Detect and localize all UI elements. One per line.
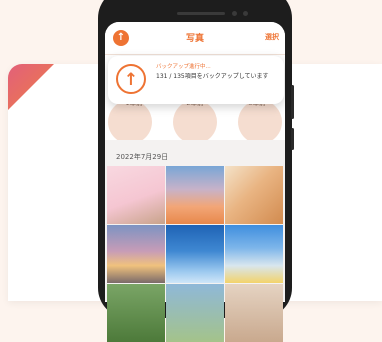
phone-side-button	[291, 85, 294, 119]
cloud-upload-icon: ↑	[116, 64, 146, 94]
photo-thumb[interactable]	[225, 284, 283, 342]
photo-thumb[interactable]	[107, 284, 165, 342]
photo-thumb[interactable]	[225, 225, 283, 283]
phone-camera	[232, 11, 237, 16]
backup-message: 131 / 135項目をバックアップしています	[156, 73, 269, 80]
photo-thumb[interactable]	[166, 284, 224, 342]
photo-thumb[interactable]	[225, 166, 283, 224]
select-button[interactable]: 選択	[265, 32, 279, 42]
photo-thumb[interactable]	[166, 166, 224, 224]
page-title: 写真	[185, 34, 204, 44]
phone-speaker	[177, 12, 225, 15]
photo-thumb[interactable]	[107, 166, 165, 224]
photo-thumb[interactable]	[166, 225, 224, 283]
backup-status: バックアップ進行中...	[156, 64, 211, 70]
header-divider	[105, 54, 285, 55]
phone-camera	[243, 11, 248, 16]
section-date: 2022年7月29日	[116, 153, 169, 161]
phone-side-button	[291, 128, 294, 150]
photo-thumb[interactable]	[107, 225, 165, 283]
app-bar: ↑ 写真 選択	[105, 22, 285, 54]
backup-banner[interactable]: ↑ バックアップ進行中... 131 / 135項目をバックアップしています	[108, 56, 284, 104]
